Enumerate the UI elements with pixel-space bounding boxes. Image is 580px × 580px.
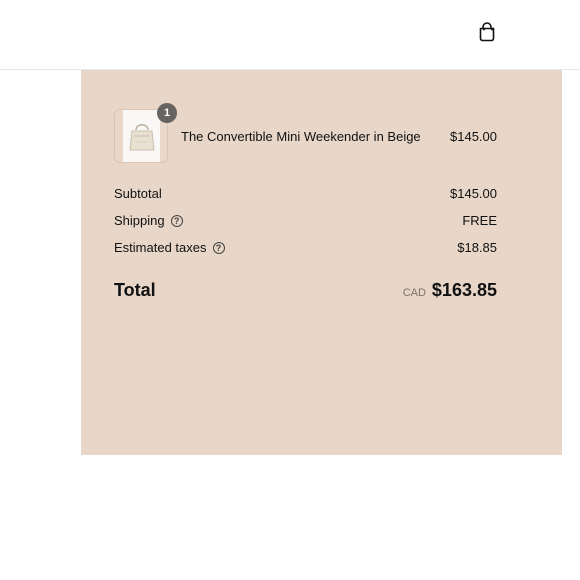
shipping-row: Shipping ? FREE: [114, 213, 497, 240]
shipping-label-wrap: Shipping ?: [114, 213, 183, 229]
estimated-taxes-label-wrap: Estimated taxes ?: [114, 240, 225, 256]
product-thumbnail: 1: [114, 103, 177, 163]
estimated-taxes-label: Estimated taxes: [114, 240, 207, 255]
estimated-taxes-row: Estimated taxes ? $18.85: [114, 240, 497, 267]
help-icon[interactable]: ?: [212, 242, 225, 254]
total-row: Total CAD $163.85: [114, 279, 497, 303]
shipping-value: FREE: [462, 213, 497, 228]
estimated-taxes-value: $18.85: [457, 240, 497, 255]
shopping-bag-icon: [479, 22, 495, 42]
subtotal-label-wrap: Subtotal: [114, 186, 162, 202]
subtotal-row: Subtotal $145.00: [114, 186, 497, 213]
currency-code: CAD: [402, 287, 426, 299]
checkout-header: [0, 0, 580, 70]
line-item: 1 The Convertible Mini Weekender in Beig…: [114, 103, 497, 165]
shipping-label: Shipping: [114, 213, 165, 228]
product-image: [123, 110, 160, 162]
help-icon[interactable]: ?: [170, 215, 183, 227]
summary-lines: Subtotal $145.00 Shipping ? FREE Estimat…: [114, 186, 497, 267]
total-label: Total: [114, 280, 156, 300]
product-name: The Convertible Mini Weekender in Beige: [181, 129, 421, 144]
bag-product-image: [128, 124, 155, 151]
order-summary-panel: 1 The Convertible Mini Weekender in Beig…: [81, 70, 562, 455]
total-value-wrap: CAD $163.85: [403, 279, 497, 304]
quantity-badge: 1: [157, 103, 177, 123]
total-value: $163.85: [431, 280, 497, 300]
cart-button[interactable]: [476, 20, 498, 44]
subtotal-value: $145.00: [450, 186, 497, 201]
subtotal-label: Subtotal: [114, 186, 162, 201]
product-price: $145.00: [450, 129, 497, 144]
